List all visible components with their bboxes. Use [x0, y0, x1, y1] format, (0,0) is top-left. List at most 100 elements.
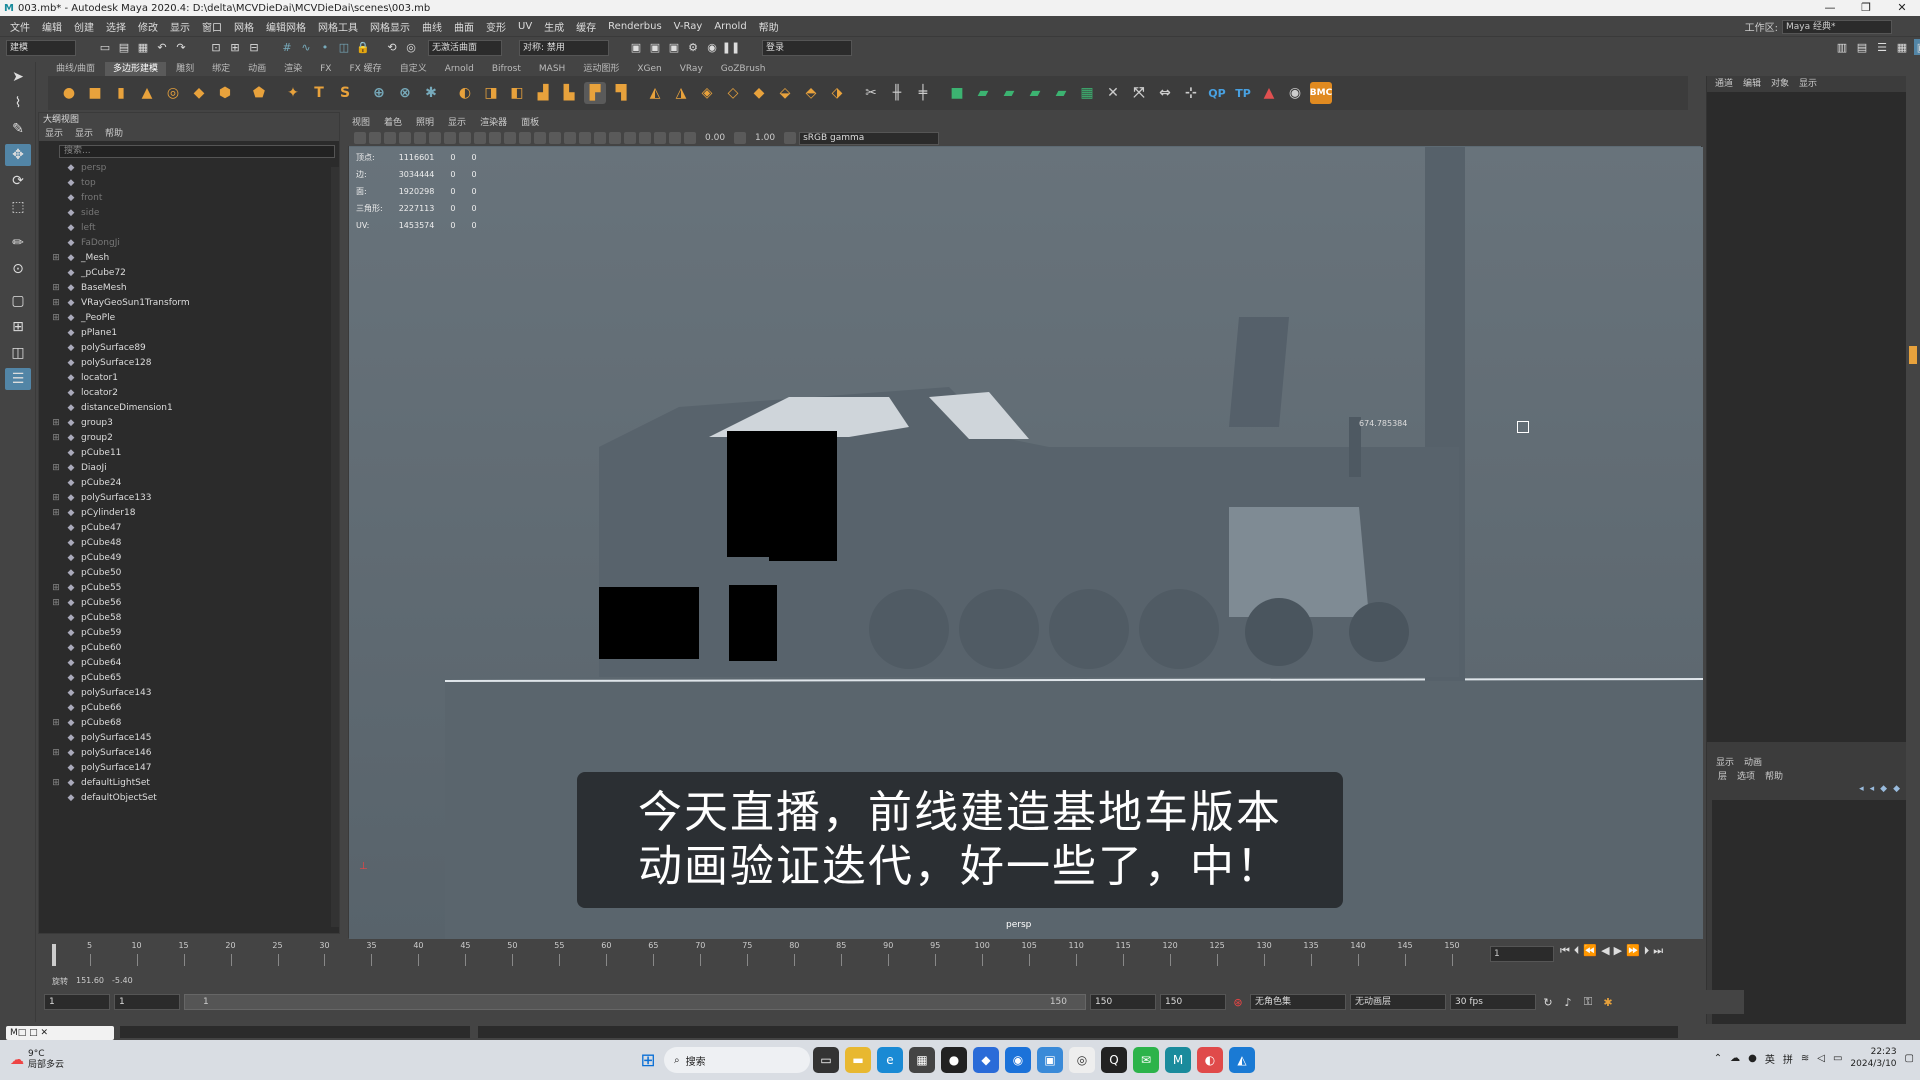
uv-editor-icon[interactable]: ▦: [1076, 82, 1098, 104]
menu-generate[interactable]: 生成: [538, 19, 570, 34]
close-icon[interactable]: ✕: [1884, 0, 1920, 16]
two-view-icon[interactable]: ◫: [5, 342, 31, 364]
outliner-item[interactable]: ◆ side: [39, 205, 339, 220]
uv-unfold-icon[interactable]: ⇔: [1154, 82, 1176, 104]
outliner-item[interactable]: ◆ defaultObjectSet: [39, 790, 339, 805]
textured-icon[interactable]: [549, 132, 561, 144]
wireframe-icon[interactable]: [504, 132, 516, 144]
aa-icon[interactable]: [609, 132, 621, 144]
shelf-tab[interactable]: 绑定: [204, 62, 238, 76]
menu-set-dropdown[interactable]: 建模: [6, 39, 76, 56]
shadows-icon[interactable]: [579, 132, 591, 144]
volume-icon[interactable]: ◁: [1817, 1053, 1825, 1064]
shelf-tab[interactable]: Bifrost: [484, 62, 529, 76]
tool-settings-icon[interactable]: ☰: [1874, 39, 1890, 55]
new-scene-icon[interactable]: ▭: [97, 40, 113, 56]
menu-cache[interactable]: 缓存: [570, 19, 602, 34]
loop-icon[interactable]: ↻: [1540, 994, 1556, 1010]
wechat-icon[interactable]: ✉: [1133, 1047, 1159, 1073]
app-icon[interactable]: ▣: [1037, 1047, 1063, 1073]
current-frame-field[interactable]: 1: [1490, 946, 1554, 962]
lights-icon[interactable]: [564, 132, 576, 144]
outliner-item[interactable]: ⊞ ◆ BaseMesh: [39, 280, 339, 295]
poly-cone-icon[interactable]: ▲: [136, 82, 158, 104]
uv-spherical-icon[interactable]: ▰: [1024, 82, 1046, 104]
menu-windows[interactable]: 窗口: [196, 19, 228, 34]
store-icon[interactable]: ▦: [909, 1047, 935, 1073]
login-dropdown[interactable]: 登录: [762, 39, 852, 56]
prev-key-icon[interactable]: ⏪: [1583, 944, 1597, 958]
outliner-item[interactable]: ⊞ ◆ pCylinder18: [39, 505, 339, 520]
poly-sphere-icon[interactable]: ●: [58, 82, 80, 104]
go-end-icon[interactable]: ⏭: [1653, 944, 1663, 958]
expand-icon[interactable]: ⊞: [51, 283, 61, 293]
step-forward-icon[interactable]: ⏵: [1644, 944, 1650, 958]
safe-action-icon[interactable]: [489, 132, 501, 144]
vp-menu-shading[interactable]: 着色: [384, 116, 402, 130]
layout-icon[interactable]: ▣: [1914, 39, 1920, 55]
uv-auto-icon[interactable]: ■: [946, 82, 968, 104]
lasso-tool-icon[interactable]: ⌇: [5, 92, 31, 114]
ime-lang[interactable]: 英: [1765, 1051, 1775, 1066]
end-time-field[interactable]: 150: [1160, 994, 1226, 1010]
chrome-icon[interactable]: ◎: [1069, 1047, 1095, 1073]
menu-arnold[interactable]: Arnold: [708, 21, 752, 32]
new-layer-selected-icon[interactable]: ◆: [1893, 784, 1900, 800]
outliner-item[interactable]: ⊞ ◆ _Mesh: [39, 250, 339, 265]
range-slider[interactable]: 1 150: [184, 994, 1086, 1010]
shelf-tab[interactable]: FX 缓存: [341, 62, 389, 76]
go-start-icon[interactable]: ⏮: [1560, 944, 1570, 958]
weather-widget[interactable]: ☁ 9°C 局部多云: [10, 1049, 64, 1071]
four-view-icon[interactable]: ⊞: [5, 316, 31, 338]
cb-menu-show[interactable]: 显示: [1799, 76, 1817, 92]
uv-planar-icon[interactable]: ▰: [972, 82, 994, 104]
next-key-icon[interactable]: ⏩: [1626, 944, 1640, 958]
outliner-item[interactable]: ◆ distanceDimension1: [39, 400, 339, 415]
expand-icon[interactable]: ⊞: [51, 508, 61, 518]
vp-menu-renderer[interactable]: 渲染器: [480, 116, 507, 130]
qp-icon[interactable]: QP: [1206, 82, 1228, 104]
outliner-item[interactable]: ◆ _pCube72: [39, 265, 339, 280]
app-icon[interactable]: ◉: [1005, 1047, 1031, 1073]
menu-edit-mesh[interactable]: 编辑网格: [260, 19, 312, 34]
exposure-value[interactable]: 0.00: [705, 133, 725, 143]
outliner-item[interactable]: ⊞ ◆ pCube56: [39, 595, 339, 610]
uv-cylindrical-icon[interactable]: ▰: [998, 82, 1020, 104]
shelf-tab[interactable]: FX: [312, 62, 339, 76]
file-explorer-icon[interactable]: ▬: [845, 1047, 871, 1073]
shelf-tab[interactable]: 曲线/曲面: [48, 62, 103, 76]
poly-cylinder-icon[interactable]: ▮: [110, 82, 132, 104]
wireframe-on-shaded-icon[interactable]: [534, 132, 546, 144]
combine-icon[interactable]: ⊕: [368, 82, 390, 104]
edge-icon[interactable]: e: [877, 1047, 903, 1073]
auto-key-icon[interactable]: ⊛: [1230, 994, 1246, 1010]
workspace-select[interactable]: Maya 经典*: [1782, 19, 1892, 34]
anim-layer-dropdown[interactable]: 无动画层: [1350, 994, 1446, 1010]
last-tool-icon[interactable]: ✏: [5, 232, 31, 254]
floating-window-tab[interactable]: M□ □ ✕: [6, 1026, 114, 1040]
outliner-item[interactable]: ◆ polySurface145: [39, 730, 339, 745]
poly-plane-icon[interactable]: ◆: [188, 82, 210, 104]
expand-icon[interactable]: ⊞: [51, 253, 61, 263]
select-hierarchy-icon[interactable]: ⊡: [208, 40, 224, 56]
render-icon[interactable]: ◎: [403, 40, 419, 56]
render-settings-icon[interactable]: ⚙: [685, 40, 701, 56]
outliner-item[interactable]: ⊞ ◆ VRayGeoSun1Transform: [39, 295, 339, 310]
key-icon[interactable]: ⚿: [1580, 994, 1596, 1010]
vp-menu-panels[interactable]: 面板: [521, 116, 539, 130]
shelf-tab[interactable]: 自定义: [392, 62, 435, 76]
outliner-item[interactable]: ◆ polySurface128: [39, 355, 339, 370]
offset-edge-icon[interactable]: ╪: [912, 82, 934, 104]
platonic-icon[interactable]: ⬟: [248, 82, 270, 104]
shelf-tab[interactable]: XGen: [629, 62, 669, 76]
expand-icon[interactable]: ⊞: [51, 718, 61, 728]
outliner-item[interactable]: ⊞ ◆ group2: [39, 430, 339, 445]
bookmark-icon[interactable]: [384, 132, 396, 144]
outliner-item[interactable]: ◆ front: [39, 190, 339, 205]
outliner-item[interactable]: ◆ locator2: [39, 385, 339, 400]
colorspace-dropdown[interactable]: sRGB gamma: [799, 131, 940, 145]
outliner-item[interactable]: ⊞ ◆ polySurface146: [39, 745, 339, 760]
menu-curves[interactable]: 曲线: [416, 19, 448, 34]
menu-uv[interactable]: UV: [512, 21, 538, 32]
poly-disc-icon[interactable]: ⬢: [214, 82, 236, 104]
